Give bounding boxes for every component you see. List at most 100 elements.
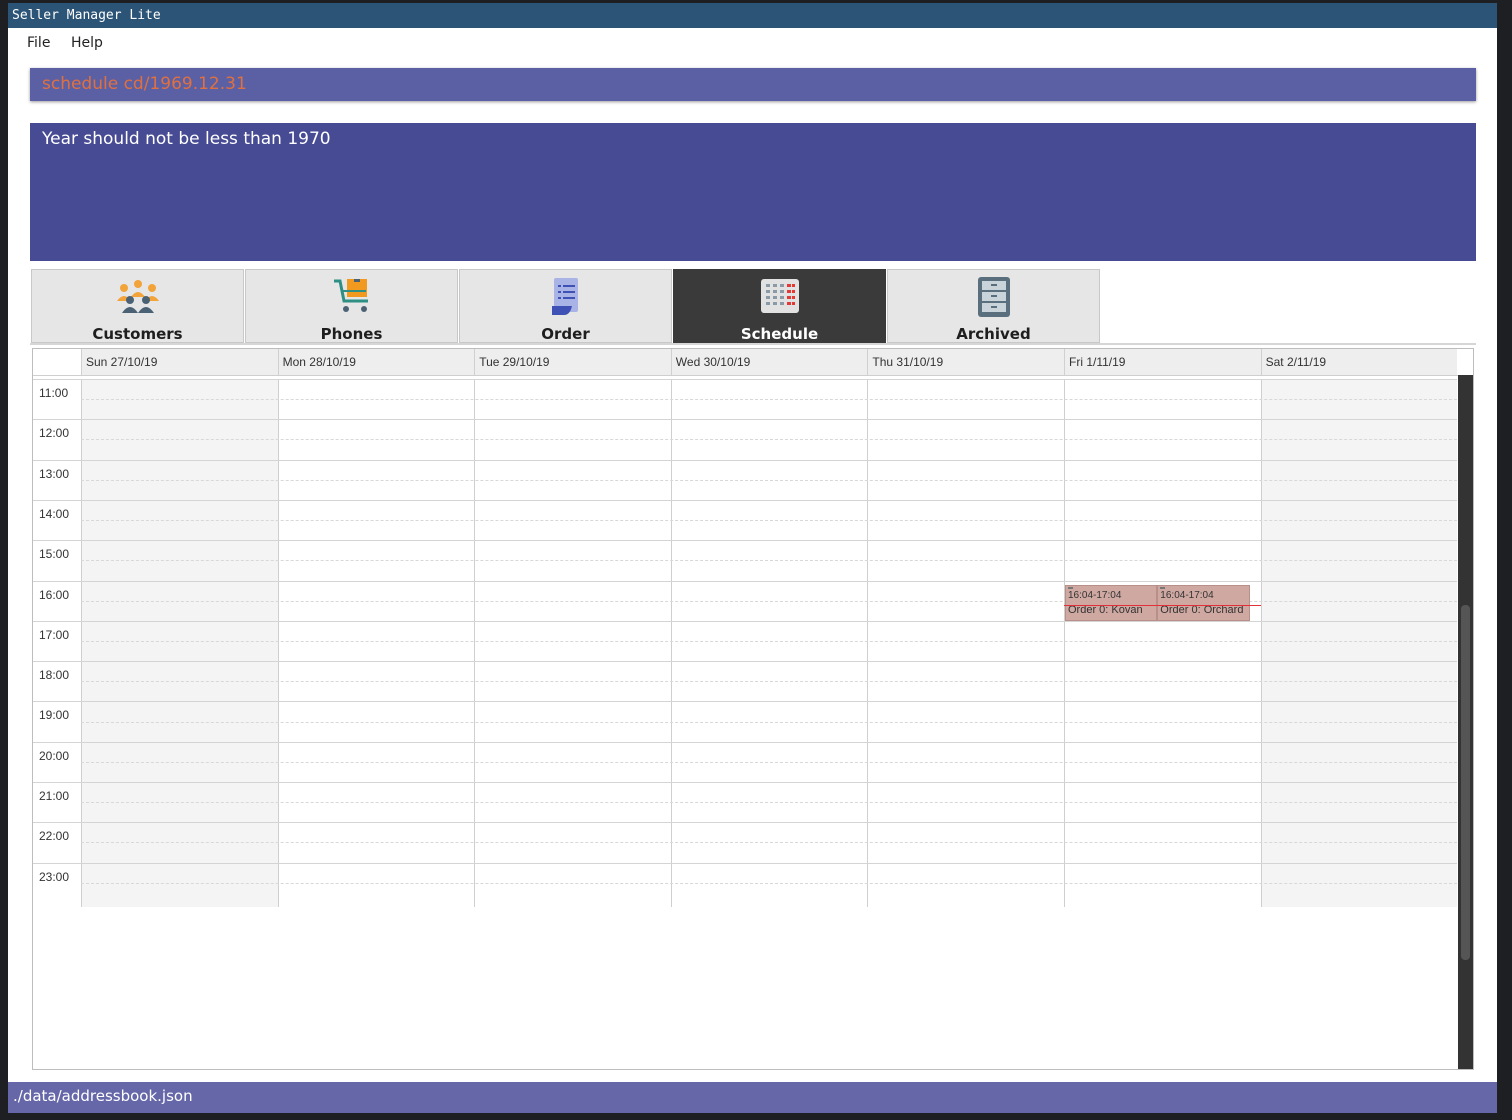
hour-line <box>81 419 1457 421</box>
tab-phones[interactable]: Phones <box>245 269 458 343</box>
week-calendar[interactable]: Sun 27/10/19 Mon 28/10/19 Tue 29/10/19 Wed … <box>32 348 1474 1070</box>
time-label: 13:00 <box>39 466 70 481</box>
half-hour-line <box>81 802 1457 804</box>
order-document-icon <box>551 278 578 315</box>
time-axis-line <box>33 459 81 461</box>
time-axis-line <box>33 862 81 864</box>
tab-archived[interactable]: Archived <box>887 269 1100 343</box>
day-column[interactable] <box>1260 379 1458 907</box>
window-title: Seller Manager Lite <box>12 8 161 23</box>
time-label: 23:00 <box>39 869 70 884</box>
half-hour-line <box>81 721 1457 723</box>
result-message: Year should not be less than 1970 <box>42 129 331 149</box>
time-axis-line <box>33 540 81 542</box>
day-header: Tue 29/10/19 <box>474 349 671 375</box>
day-header: Thu 31/10/19 <box>867 349 1064 375</box>
half-hour-line <box>81 399 1457 401</box>
half-hour-line <box>81 479 1457 481</box>
hour-line <box>81 661 1457 663</box>
time-label: 18:00 <box>39 668 70 683</box>
hour-line <box>81 379 1457 380</box>
half-hour-line <box>81 439 1457 441</box>
scrollbar-thumb[interactable] <box>1461 605 1470 960</box>
tab-order[interactable]: Order <box>459 269 672 343</box>
result-display: Year should not be less than 1970 <box>30 123 1476 261</box>
menu-help[interactable]: Help <box>71 35 103 51</box>
tab-customers[interactable]: Customers <box>31 269 244 343</box>
appointment[interactable]: 16:04-17:04 Order 0: Kovan <box>1065 585 1158 622</box>
hour-line <box>81 862 1457 864</box>
tab-underline <box>30 343 1476 345</box>
status-file-path: ./data/addressbook.json <box>13 1087 193 1105</box>
day-column[interactable] <box>81 379 278 907</box>
tab-schedule[interactable]: Schedule <box>673 269 886 343</box>
day-column[interactable] <box>670 379 868 907</box>
time-axis-line <box>33 741 81 743</box>
time-label: 11:00 <box>39 386 69 400</box>
time-axis-line <box>33 661 81 663</box>
hour-line <box>81 580 1457 582</box>
time-label: 19:00 <box>39 708 70 723</box>
day-header: Mon 28/10/19 <box>277 349 475 375</box>
tab-customers-label: Customers <box>92 325 183 343</box>
tab-archived-label: Archived <box>956 325 1031 343</box>
hour-line <box>81 822 1457 824</box>
day-column[interactable] <box>867 379 1064 907</box>
command-input[interactable]: schedule cd/1969.12.31 <box>30 68 1476 101</box>
appointment-grip[interactable] <box>1160 587 1166 590</box>
time-label: 15:00 <box>39 547 70 562</box>
half-hour-line <box>81 640 1457 642</box>
half-hour-line <box>81 681 1457 683</box>
time-label: 21:00 <box>39 789 70 803</box>
hour-line <box>81 459 1457 461</box>
menu-file[interactable]: File <box>27 35 50 51</box>
status-bar: ./data/addressbook.json <box>8 1082 1497 1113</box>
time-label: 22:00 <box>39 829 70 844</box>
hour-line <box>81 701 1457 703</box>
time-label: 14:00 <box>39 506 70 521</box>
hour-line <box>81 499 1457 501</box>
day-column[interactable] <box>1064 379 1261 907</box>
time-axis-line <box>33 620 81 622</box>
current-time-indicator <box>1064 605 1261 607</box>
tab-phones-label: Phones <box>320 325 383 343</box>
app-window: Seller Manager Lite File Help schedule c… <box>8 3 1497 1113</box>
hour-line <box>81 782 1457 783</box>
half-hour-line <box>81 882 1457 884</box>
appointment-time: 16:04-17:04 <box>1068 590 1122 602</box>
time-axis-line <box>33 419 81 421</box>
time-label: 12:00 <box>39 426 70 441</box>
hour-line <box>81 741 1457 743</box>
customers-icon <box>116 280 159 313</box>
appointment[interactable]: 16:04-17:04 Order 0: Orchard <box>1157 585 1250 622</box>
half-hour-line <box>81 842 1457 844</box>
filing-cabinet-icon <box>977 277 1010 317</box>
hour-line <box>81 620 1457 622</box>
menu-bar: File Help <box>8 28 1497 60</box>
time-axis-line <box>33 701 81 703</box>
cart-icon <box>333 279 368 312</box>
calendar-scrollbar[interactable] <box>1458 375 1473 1069</box>
day-header: Wed 30/10/19 <box>670 349 868 375</box>
day-column[interactable] <box>474 379 671 907</box>
tab-order-label: Order <box>541 325 590 343</box>
half-hour-line <box>81 520 1457 522</box>
appointment-grip[interactable] <box>1068 587 1073 590</box>
time-axis-line <box>33 580 81 582</box>
half-hour-line <box>81 560 1457 562</box>
day-header: Sat 2/11/19 <box>1260 349 1458 375</box>
time-axis-line <box>33 782 81 783</box>
calendar-grid-icon <box>760 279 799 313</box>
day-column[interactable] <box>277 379 475 907</box>
time-label: 17:00 <box>39 627 70 642</box>
half-hour-line <box>81 600 1457 602</box>
time-label: 16:00 <box>39 587 70 602</box>
time-axis-line <box>33 499 81 501</box>
time-axis-line <box>33 822 81 824</box>
time-axis-line <box>33 379 81 380</box>
window-titlebar: Seller Manager Lite <box>8 3 1497 28</box>
calendar-grid[interactable]: 16:04-17:04 Order 0: Kovan 16:04-17:04 Orde… <box>81 379 1458 907</box>
appointment-time: 16:04-17:04 <box>1160 590 1214 602</box>
command-input-text: schedule cd/1969.12.31 <box>42 74 247 94</box>
header-separator <box>33 375 1463 376</box>
